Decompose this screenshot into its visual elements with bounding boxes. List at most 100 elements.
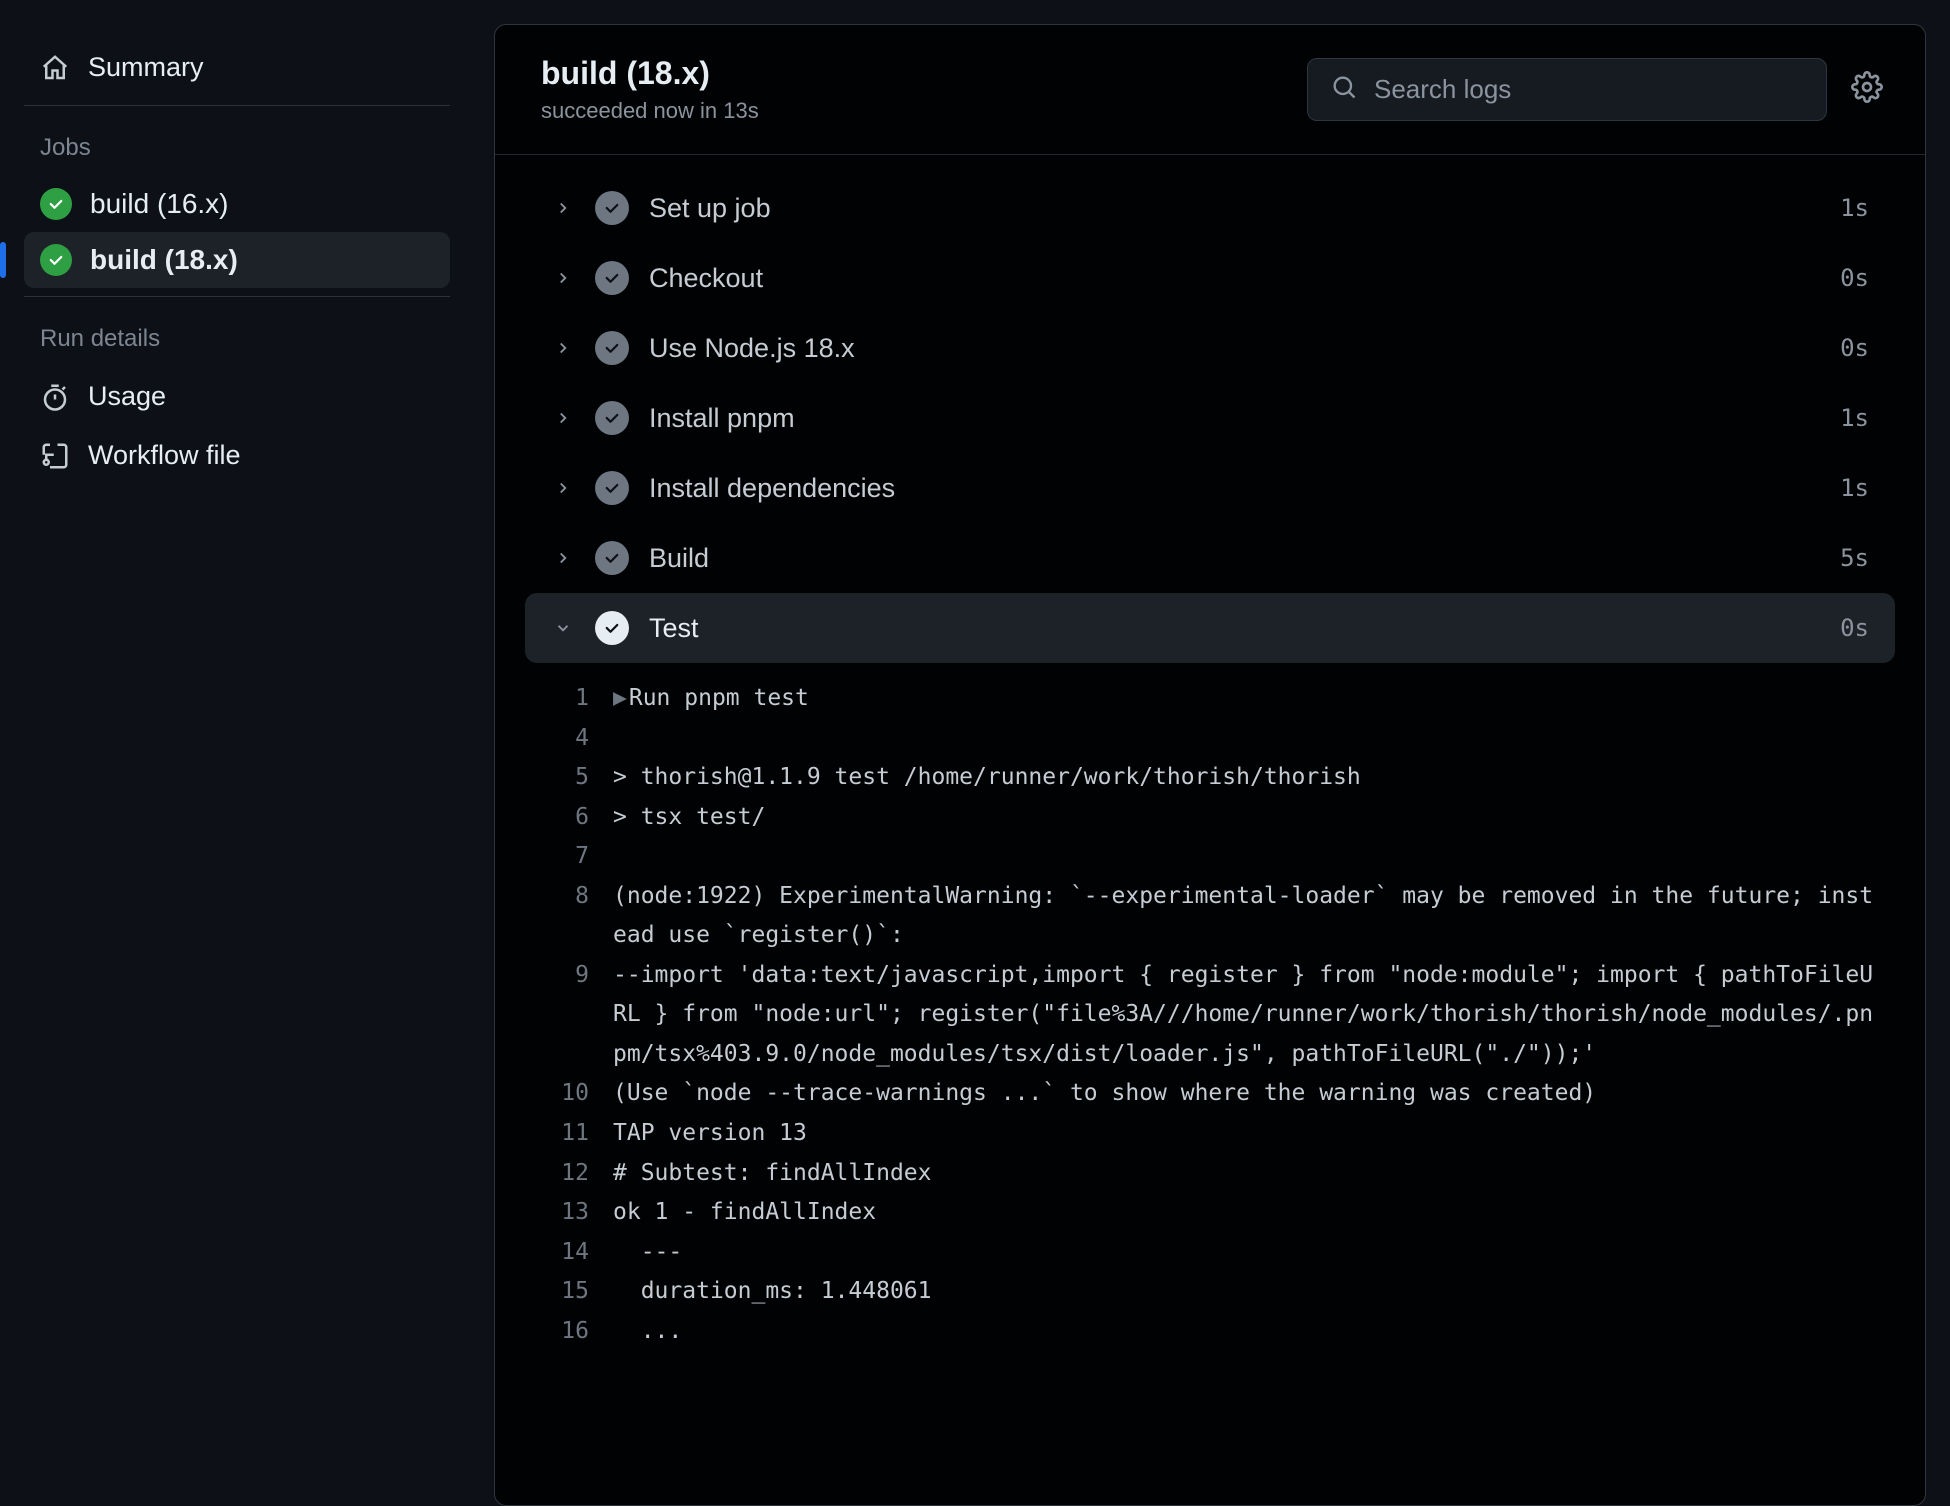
job-title: build (18.x) — [541, 55, 759, 92]
sidebar-job-label: build (18.x) — [90, 244, 238, 276]
step-row[interactable]: Test 0s — [525, 593, 1895, 663]
step-row[interactable]: Set up job 1s — [525, 173, 1895, 243]
sidebar-jobs-heading: Jobs — [24, 124, 450, 176]
log-line-number: 1 — [525, 679, 613, 719]
log-line-number: 12 — [525, 1154, 613, 1194]
check-circle-icon — [595, 611, 629, 645]
log-line: 6> tsx test/ — [525, 798, 1895, 838]
chevron-right-icon — [551, 409, 575, 427]
job-header: build (18.x) succeeded now in 13s — [495, 25, 1925, 155]
steps-list: Set up job 1s Checkout 0s Use Node.js 18.x 0s… — [495, 155, 1925, 1369]
step-name: Checkout — [649, 263, 1820, 294]
chevron-right-icon — [551, 479, 575, 497]
step-row[interactable]: Checkout 0s — [525, 243, 1895, 313]
sidebar-detail-label: Workflow file — [88, 440, 241, 471]
log-line-text — [613, 719, 1895, 759]
log-output: 1▶Run pnpm test45> thorish@1.1.9 test /h… — [525, 663, 1895, 1351]
log-line-text — [613, 837, 1895, 877]
log-line: 15 duration_ms: 1.448061 — [525, 1272, 1895, 1312]
step-row[interactable]: Install pnpm 1s — [525, 383, 1895, 453]
log-line-text: ▶Run pnpm test — [613, 679, 1895, 719]
step-duration: 0s — [1840, 264, 1869, 292]
check-circle-icon — [595, 541, 629, 575]
log-line-number: 7 — [525, 837, 613, 877]
chevron-right-icon — [551, 339, 575, 357]
search-icon — [1330, 73, 1358, 106]
sidebar-job-item[interactable]: build (16.x) — [24, 176, 450, 232]
chevron-right-icon — [551, 549, 575, 567]
log-line-number: 10 — [525, 1074, 613, 1114]
divider — [24, 105, 450, 106]
log-line: 1▶Run pnpm test — [525, 679, 1895, 719]
check-circle-icon — [595, 331, 629, 365]
home-icon — [40, 53, 70, 83]
log-line: 7 — [525, 837, 1895, 877]
check-circle-icon — [595, 401, 629, 435]
step-duration: 0s — [1840, 614, 1869, 642]
sidebar-job-label: build (16.x) — [90, 188, 229, 220]
sidebar-detail-item[interactable]: Workflow file — [24, 426, 450, 485]
log-line-number: 15 — [525, 1272, 613, 1312]
sidebar-summary[interactable]: Summary — [24, 38, 450, 97]
step-row[interactable]: Build5s — [525, 523, 1895, 593]
log-line-number: 11 — [525, 1114, 613, 1154]
log-line-text: duration_ms: 1.448061 — [613, 1272, 1895, 1312]
sidebar: Summary Jobs build (16.x) build (18.x) Ru… — [0, 0, 470, 1506]
step-name: Use Node.js 18.x — [649, 333, 1820, 364]
step-name: Install dependencies — [649, 473, 1820, 504]
chevron-right-icon — [551, 269, 575, 287]
log-line-text: --import 'data:text/javascript,import { … — [613, 956, 1895, 1075]
log-line-text: (Use `node --trace-warnings ...` to show… — [613, 1074, 1895, 1114]
sidebar-details-heading: Run details — [24, 315, 450, 367]
job-panel: build (18.x) succeeded now in 13s Set — [494, 24, 1926, 1506]
log-line-text: --- — [613, 1233, 1895, 1273]
step-duration: 0s — [1840, 334, 1869, 362]
search-logs[interactable] — [1307, 58, 1827, 121]
log-line-text: (node:1922) ExperimentalWarning: `--expe… — [613, 877, 1895, 956]
step-duration: 1s — [1840, 404, 1869, 432]
step-duration: 5s — [1840, 544, 1869, 572]
log-line: 13ok 1 - findAllIndex — [525, 1193, 1895, 1233]
chevron-right-icon — [551, 199, 575, 217]
log-line: 12# Subtest: findAllIndex — [525, 1154, 1895, 1194]
step-row[interactable]: Install dependencies1s — [525, 453, 1895, 523]
stopwatch-icon — [40, 382, 70, 412]
sidebar-detail-label: Usage — [88, 381, 166, 412]
log-line: 16 ... — [525, 1312, 1895, 1352]
log-line-number: 8 — [525, 877, 613, 956]
caret-right-icon[interactable]: ▶ — [613, 685, 627, 711]
sidebar-job-item[interactable]: build (18.x) — [24, 232, 450, 288]
log-line: 11TAP version 13 — [525, 1114, 1895, 1154]
divider — [24, 296, 450, 297]
log-line-text: > tsx test/ — [613, 798, 1895, 838]
step-name: Set up job — [649, 193, 1820, 224]
log-line-number: 9 — [525, 956, 613, 1075]
log-line-text: ... — [613, 1312, 1895, 1352]
log-line-number: 5 — [525, 758, 613, 798]
log-line-number: 4 — [525, 719, 613, 759]
check-circle-icon — [595, 471, 629, 505]
log-line-text: TAP version 13 — [613, 1114, 1895, 1154]
sidebar-summary-label: Summary — [88, 52, 204, 83]
job-subtitle: succeeded now in 13s — [541, 98, 759, 124]
check-circle-icon — [595, 261, 629, 295]
step-row[interactable]: Use Node.js 18.x 0s — [525, 313, 1895, 383]
log-line: 14 --- — [525, 1233, 1895, 1273]
step-name: Install pnpm — [649, 403, 1820, 434]
log-line: 9--import 'data:text/javascript,import {… — [525, 956, 1895, 1075]
log-line: 8(node:1922) ExperimentalWarning: `--exp… — [525, 877, 1895, 956]
search-input[interactable] — [1374, 74, 1804, 105]
sidebar-detail-item[interactable]: Usage — [24, 367, 450, 426]
log-line-text: > thorish@1.1.9 test /home/runner/work/t… — [613, 758, 1895, 798]
log-line-number: 6 — [525, 798, 613, 838]
log-line-number: 14 — [525, 1233, 613, 1273]
workflow-icon — [40, 441, 70, 471]
step-duration: 1s — [1840, 194, 1869, 222]
settings-button[interactable] — [1851, 71, 1883, 108]
check-circle-icon — [40, 244, 72, 276]
check-circle-icon — [595, 191, 629, 225]
log-line: 4 — [525, 719, 1895, 759]
log-line-text: # Subtest: findAllIndex — [613, 1154, 1895, 1194]
check-circle-icon — [40, 188, 72, 220]
step-name: Test — [649, 613, 1820, 644]
